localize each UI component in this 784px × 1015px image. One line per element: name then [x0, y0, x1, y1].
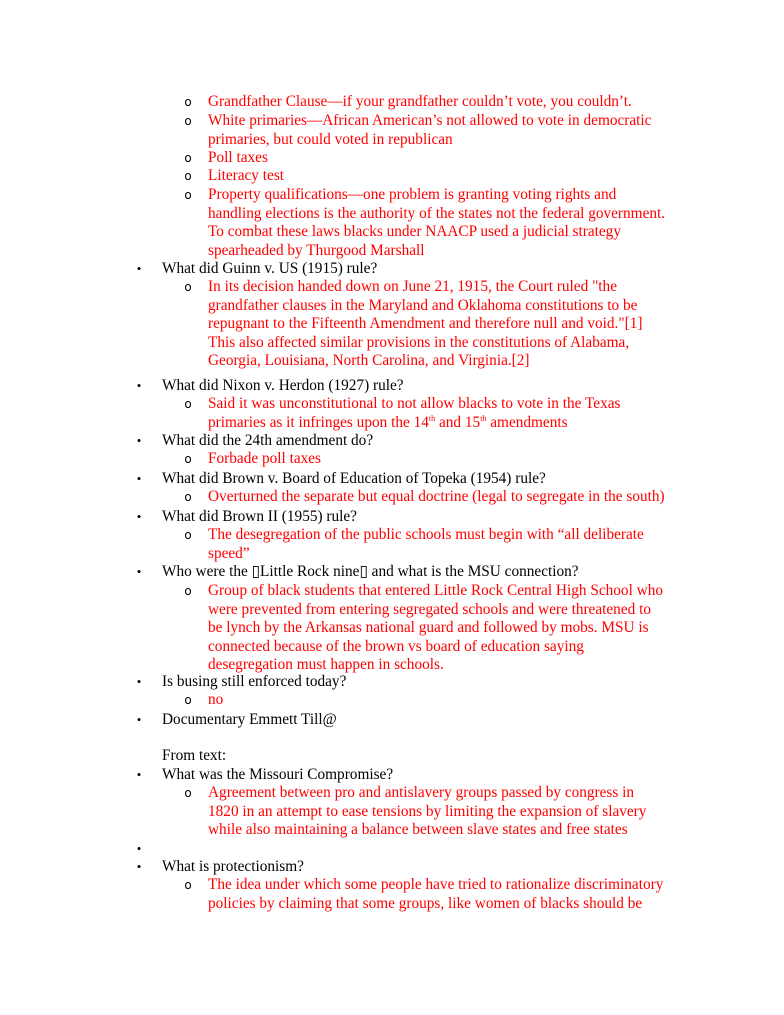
answer-text: This also affected similar provisions in… — [208, 333, 630, 351]
answer-text: primaries as it infringes upon the 14th … — [208, 414, 568, 432]
question-text: What did the 24th amendment do? — [162, 432, 374, 449]
answer-text: handling elections is the authority of t… — [208, 204, 666, 222]
sub-bullet-icon: o — [184, 786, 192, 800]
sub-bullet-icon: o — [184, 528, 192, 542]
answer-text: no — [208, 691, 224, 708]
question-text: What did Brown II (1955) rule? — [162, 508, 357, 525]
answer-text: To combat these laws blacks under NAACP … — [208, 223, 621, 240]
answer-text: Agreement between pro and antislavery gr… — [208, 784, 635, 801]
question-text: Who were the ▯Little Rock nine▯ and what… — [162, 563, 579, 580]
answer-text: spearheaded by Thurgood Marshall — [208, 241, 425, 259]
answer-text: In its decision handed down on June 21, … — [208, 278, 617, 295]
bullet-icon: • — [136, 712, 142, 727]
answer-text: White primaries—African American’s not a… — [208, 112, 652, 129]
sub-bullet-icon: o — [184, 490, 192, 504]
sub-bullet-icon: o — [184, 114, 192, 128]
sub-bullet-icon: o — [184, 693, 192, 707]
answer-text: Georgia, Louisiana, North Carolina, and … — [208, 352, 530, 369]
bullet-icon: • — [136, 509, 142, 524]
document-page: o Grandfather Clause—if your grandfather … — [0, 0, 784, 1015]
sub-bullet-icon: o — [184, 169, 192, 183]
sub-bullet-icon: o — [184, 280, 192, 294]
answer-text: policies by claiming that some groups, l… — [208, 894, 643, 912]
answer-text-part: primaries as it infringes upon the 14 — [208, 413, 429, 431]
bullet-icon: • — [136, 859, 142, 874]
sub-bullet-icon: o — [184, 397, 192, 411]
bullet-icon: • — [136, 433, 142, 448]
bullet-icon: • — [136, 471, 142, 486]
bullet-icon: • — [136, 564, 142, 579]
answer-text: while also maintaining a balance between… — [208, 821, 628, 838]
answer-text: Poll taxes — [208, 149, 268, 166]
answer-text: be lynch by the Arkansas national guard … — [208, 619, 649, 636]
question-text: What was the Missouri Compromise? — [162, 766, 394, 783]
sub-bullet-icon: o — [184, 188, 192, 202]
question-text: Is busing still enforced today? — [162, 673, 347, 690]
sub-bullet-icon: o — [184, 584, 192, 598]
answer-text: connected because of the brown vs board … — [208, 637, 584, 655]
answer-text: The idea under which some people have tr… — [208, 876, 664, 893]
sub-bullet-icon: o — [184, 452, 192, 466]
answer-text: Group of black students that entered Lit… — [208, 582, 663, 599]
question-text: What did Nixon v. Herdon (1927) rule? — [162, 377, 404, 394]
answer-text: desegregation must happen in schools. — [208, 656, 444, 673]
answer-text: speed” — [208, 544, 250, 562]
section-label: From text: — [162, 747, 227, 764]
sub-bullet-icon: o — [184, 878, 192, 892]
answer-text-part: amendments — [486, 413, 568, 431]
answer-text: primaries, but could voted in republican — [208, 130, 453, 148]
question-text: What did Guinn v. US (1915) rule? — [162, 260, 378, 277]
answer-text: repugnant to the Fifteenth Amendment and… — [208, 315, 643, 332]
answer-text: 1820 in an attempt to ease tensions by l… — [208, 802, 647, 820]
bullet-icon: • — [136, 378, 142, 393]
question-text: Documentary Emmett Till@ — [162, 711, 337, 728]
bullet-icon: • — [136, 261, 142, 276]
question-text: What did Brown v. Board of Education of … — [162, 470, 546, 487]
answer-text: Grandfather Clause—if your grandfather c… — [208, 93, 632, 110]
answer-text: Literacy test — [208, 167, 285, 184]
bullet-icon: • — [136, 767, 142, 782]
answer-text-part: and 15 — [435, 413, 481, 431]
sub-bullet-icon: o — [184, 95, 192, 109]
answer-text: Said it was unconstitutional to not allo… — [208, 395, 621, 412]
answer-text: were prevented from entering segregated … — [208, 600, 651, 618]
answer-text: Property qualifications—one problem is g… — [208, 186, 617, 203]
sub-bullet-icon: o — [184, 151, 192, 165]
answer-text: Forbade poll taxes — [208, 450, 322, 467]
answer-text: The desegregation of the public schools … — [208, 526, 644, 543]
question-text: What is protectionism? — [162, 858, 304, 875]
answer-text: Overturned the separate but equal doctri… — [208, 488, 665, 505]
bullet-icon: • — [136, 674, 142, 689]
bullet-icon: • — [136, 841, 142, 856]
answer-text: grandfather clauses in the Maryland and … — [208, 296, 638, 314]
